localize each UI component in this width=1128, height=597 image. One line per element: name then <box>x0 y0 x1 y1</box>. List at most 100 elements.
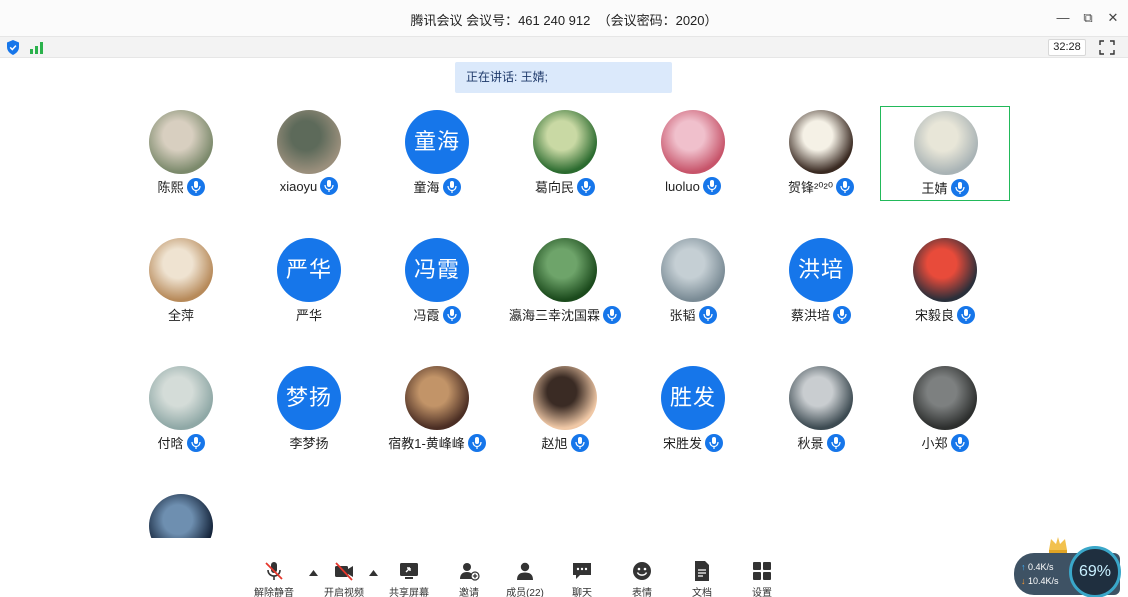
participant-tile[interactable]: 小郑 <box>880 362 1010 457</box>
members-label: 成员(22) <box>506 588 544 597</box>
share-screen-button[interactable]: 共享屏幕 <box>379 560 439 597</box>
participant-name-row: luoluo <box>628 177 758 195</box>
participant-name-row: 贺锋²⁰²⁰ <box>756 177 886 196</box>
participant-tile[interactable]: 陈熙 <box>116 106 246 201</box>
avatar <box>149 366 213 430</box>
avatar <box>405 366 469 430</box>
participant-tile[interactable]: 赵旭 <box>500 362 630 457</box>
participant-name: 宋毅良 <box>914 308 954 323</box>
participant-name: 宿教1-黄峰峰 <box>388 436 465 451</box>
avatar-text: 童海 <box>405 110 469 174</box>
document-icon <box>695 561 709 581</box>
participant-name: 赵旭 <box>541 436 568 451</box>
participant-name: 付晗 <box>157 436 184 451</box>
participant-tile[interactable]: 张韬 <box>628 234 758 329</box>
participant-tile[interactable]: 童海 童海 <box>372 106 502 201</box>
add-user-icon <box>460 563 480 581</box>
upload-value: 0.4K/s <box>1028 562 1054 572</box>
participant-name-row: 瀛海三幸沈国霖 <box>500 305 630 324</box>
avatar-text: 胜发 <box>661 366 725 430</box>
participant-tile[interactable]: 梦扬 李梦扬 <box>244 362 374 457</box>
participant-name: 瀛海三幸沈国霖 <box>508 308 600 323</box>
microphone-icon <box>186 433 205 452</box>
participant-name: 王婧 <box>921 181 948 196</box>
minimize-button[interactable]: — <box>1055 10 1071 26</box>
meeting-timer: 32:28 <box>1048 39 1086 56</box>
participant-tile[interactable]: 葛向民 <box>500 106 630 201</box>
participant-name-row: 宿教1-黄峰峰 <box>372 433 502 452</box>
close-button[interactable]: ✕ <box>1105 10 1121 26</box>
participant-name: 秋景 <box>797 436 824 451</box>
shield-icon[interactable] <box>6 40 20 55</box>
participant-name-row: 小郑 <box>880 433 1010 452</box>
restore-button[interactable]: ⧉ <box>1080 10 1096 26</box>
avatar-text: 冯霞 <box>405 238 469 302</box>
participant-tile[interactable]: 胜发 宋胜发 <box>628 362 758 457</box>
microphone-icon <box>442 177 461 196</box>
participant-name-row: 张韬 <box>628 305 758 324</box>
grid-settings-icon <box>753 562 771 580</box>
microphone-icon <box>950 433 969 452</box>
participant-tile[interactable]: 全萍 <box>116 234 246 329</box>
microphone-icon <box>698 305 717 324</box>
participant-name: 李梦扬 <box>289 436 329 451</box>
participant-name-row: 宋胜发 <box>628 433 758 452</box>
camera-off-icon <box>335 562 353 581</box>
participant-tile[interactable]: 秋景 <box>756 362 886 457</box>
participant-name: 小郑 <box>921 436 948 451</box>
cpu-gauge[interactable]: 69% <box>1069 546 1121 597</box>
participant-name-row: 全萍 <box>116 305 246 324</box>
microphone-icon <box>702 177 721 195</box>
participant-name-row: 秋景 <box>756 433 886 452</box>
participant-name-row: 付晗 <box>116 433 246 452</box>
window-title: 腾讯会议 会议号：461 240 912 （会议密码：2020） <box>410 13 718 28</box>
reactions-label: 表情 <box>632 588 652 597</box>
unmute-label: 解除静音 <box>254 588 294 597</box>
avatar <box>913 238 977 302</box>
participant-tile[interactable]: 冯霞 冯霞 <box>372 234 502 329</box>
avatar <box>533 238 597 302</box>
invite-button[interactable]: 邀请 <box>439 560 499 597</box>
upload-speed: ↑ 0.4K/s <box>1021 562 1054 572</box>
settings-button[interactable]: 设置 <box>732 560 792 597</box>
chat-label: 聊天 <box>572 588 592 597</box>
fullscreen-icon[interactable] <box>1099 40 1115 55</box>
chat-button[interactable]: 聊天 <box>552 560 612 597</box>
participant-name-row: 赵旭 <box>500 433 630 452</box>
signal-icon[interactable] <box>29 41 45 54</box>
participant-name: 张韬 <box>669 308 696 323</box>
speaking-indicator: 正在讲话: 王婧; <box>455 62 672 93</box>
smile-icon <box>633 562 651 580</box>
participant-tile[interactable]: luoluo <box>628 106 758 201</box>
docs-button[interactable]: 文档 <box>672 560 732 597</box>
participant-name-row: 冯霞 <box>372 305 502 324</box>
microphone-icon <box>836 177 855 196</box>
avatar <box>789 366 853 430</box>
participant-tile[interactable]: 贺锋²⁰²⁰ <box>756 106 886 201</box>
participant-tile[interactable]: 严华 严华 <box>244 234 374 329</box>
video-options-caret[interactable] <box>369 570 378 576</box>
participant-tile[interactable]: 洪培 蔡洪培 <box>756 234 886 329</box>
status-bar: 32:28 <box>0 36 1128 58</box>
participant-tile[interactable]: xiaoyu <box>244 106 374 201</box>
avatar <box>149 110 213 174</box>
microphone-icon <box>950 178 969 197</box>
members-button[interactable]: 成员(22) <box>495 560 555 597</box>
participant-tile[interactable]: 宋毅良 <box>880 234 1010 329</box>
participant-tile[interactable]: 瀛海三幸沈国霖 <box>500 234 630 329</box>
microphone-icon <box>442 305 461 324</box>
participant-tile[interactable]: 付晗 <box>116 362 246 457</box>
reactions-button[interactable]: 表情 <box>612 560 672 597</box>
participant-tile[interactable]: 王婧 <box>880 106 1010 201</box>
participant-name-row: xiaoyu <box>244 177 374 195</box>
chat-icon <box>573 563 591 579</box>
participant-name: 葛向民 <box>534 180 574 195</box>
start-video-button[interactable]: 开启视频 <box>314 560 374 597</box>
participant-name: 严华 <box>295 308 322 323</box>
microphone-icon <box>957 305 975 324</box>
participant-name: 全萍 <box>167 308 194 323</box>
participant-tile[interactable]: 宿教1-黄峰峰 <box>372 362 502 457</box>
unmute-button[interactable]: 解除静音 <box>244 560 304 597</box>
avatar-text: 梦扬 <box>277 366 341 430</box>
avatar <box>533 110 597 174</box>
